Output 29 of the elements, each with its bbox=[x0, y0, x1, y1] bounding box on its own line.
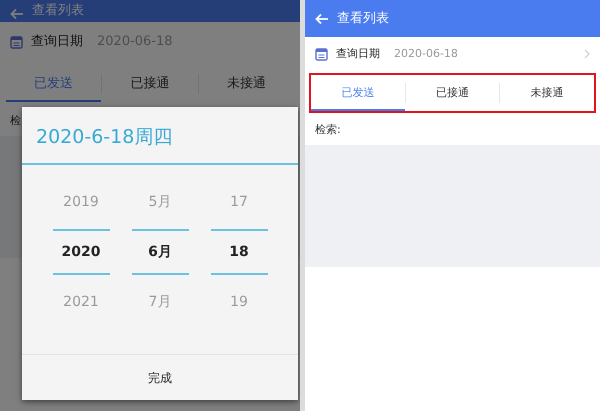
tab[interactable]: 已发送 bbox=[311, 75, 405, 111]
calendar-icon bbox=[315, 47, 328, 61]
picker-title: 2020-6-18周四 bbox=[22, 107, 298, 165]
picker-option[interactable]: 5月 bbox=[148, 183, 172, 221]
picker-option[interactable]: 19 bbox=[230, 283, 248, 321]
search-label: 检 bbox=[10, 112, 21, 129]
picker-selected-value[interactable]: 6月 bbox=[132, 229, 188, 275]
picker-option[interactable]: 2019 bbox=[63, 183, 99, 221]
picker-option[interactable]: 2021 bbox=[63, 283, 99, 321]
picker-selected-value[interactable]: 2020 bbox=[52, 229, 110, 275]
done-button[interactable]: 完成 bbox=[22, 354, 298, 400]
tab[interactable]: 已接通 bbox=[406, 75, 500, 111]
date-value[interactable]: 2020-06-18 bbox=[394, 46, 458, 62]
back-arrow-icon[interactable] bbox=[10, 8, 24, 20]
picker-option[interactable]: 17 bbox=[230, 183, 248, 221]
tab[interactable]: 未接通 bbox=[500, 75, 594, 111]
chevron-right-icon[interactable] bbox=[584, 49, 590, 59]
picker-selected-value[interactable]: 18 bbox=[210, 229, 268, 275]
tab[interactable]: 已发送 bbox=[6, 66, 102, 102]
tab[interactable]: 未接通 bbox=[198, 66, 294, 102]
search-label: 检索: bbox=[315, 122, 341, 138]
date-label: 查询日期 bbox=[336, 46, 380, 62]
page-title: 查看列表 bbox=[32, 2, 84, 20]
back-arrow-icon[interactable] bbox=[315, 12, 329, 24]
calendar-icon bbox=[10, 35, 23, 49]
page-title: 查看列表 bbox=[337, 10, 389, 28]
picker-option[interactable]: 7月 bbox=[148, 283, 172, 321]
tab[interactable]: 已接通 bbox=[102, 66, 198, 102]
date-label: 查询日期 bbox=[31, 33, 83, 52]
